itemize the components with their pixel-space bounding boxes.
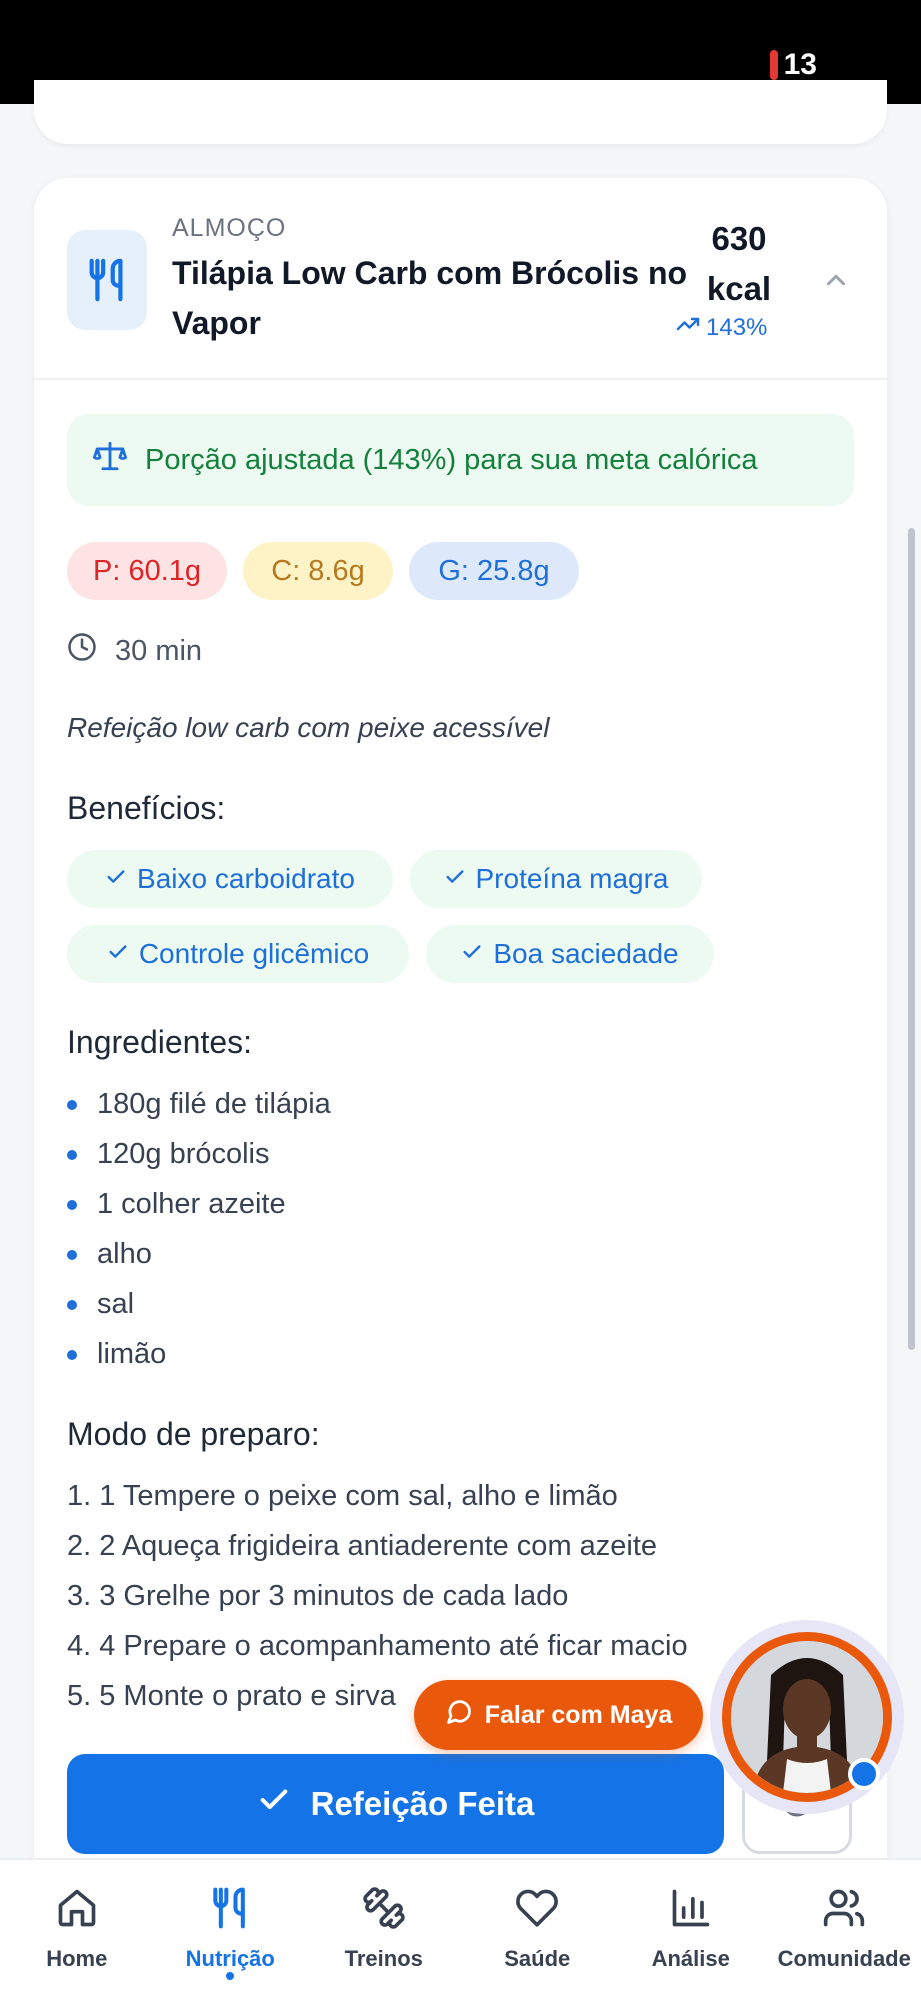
trending-up-icon xyxy=(676,312,700,343)
carbs-badge: C: 8.6g xyxy=(243,542,393,600)
benefits-title: Benefícios: xyxy=(67,790,226,826)
meal-header[interactable]: ALMOÇO Tilápia Low Carb com Brócolis no … xyxy=(34,178,887,380)
ingredient-item: limão xyxy=(67,1338,166,1371)
home-icon xyxy=(55,1886,99,1936)
check-icon xyxy=(107,938,129,970)
bullet-dot xyxy=(67,1199,77,1210)
bullet-dot xyxy=(67,1249,77,1260)
talk-to-maya-label: Falar com Maya xyxy=(484,1700,673,1729)
meal-calories: 630 kcal xyxy=(684,214,794,314)
nav-label: Análise xyxy=(651,1946,730,1971)
prep-time: 30 min xyxy=(67,632,202,670)
bullet-dot xyxy=(67,1099,77,1110)
ingredient-label: limão xyxy=(97,1338,167,1370)
heart-icon xyxy=(515,1886,559,1936)
meal-type: ALMOÇO xyxy=(172,214,287,242)
nav-label: Treinos xyxy=(344,1946,423,1971)
ingredient-label: sal xyxy=(97,1288,135,1320)
fat-badge: G: 25.8g xyxy=(409,542,579,600)
ingredient-label: alho xyxy=(97,1238,152,1270)
online-status-badge xyxy=(848,1758,880,1790)
benefit-chip: Controle glicêmico xyxy=(67,925,409,983)
nav-label: Nutrição xyxy=(185,1946,275,1971)
portion-adjusted-notice: Porção ajustada (143%) para sua meta cal… xyxy=(67,414,854,506)
meal-done-button[interactable]: Refeição Feita xyxy=(67,1754,724,1854)
check-icon xyxy=(444,863,466,895)
nav-community[interactable]: Comunidade xyxy=(768,1860,921,2000)
step-item: 1. 1 Tempere o peixe com sal, alho e lim… xyxy=(67,1480,618,1512)
calories-unit: kcal xyxy=(706,270,772,307)
nav-health[interactable]: Saúde xyxy=(461,1860,615,2000)
meal-card: ALMOÇO Tilápia Low Carb com Brócolis no … xyxy=(34,178,887,1878)
check-icon xyxy=(257,1783,291,1825)
meal-title: Tilápia Low Carb com Brócolis no Vapor xyxy=(172,255,688,341)
benefit-label: Proteína magra xyxy=(475,863,669,894)
calories-value: 630 xyxy=(711,220,767,257)
bar-chart-icon xyxy=(669,1886,713,1936)
battery-level: 13 xyxy=(783,48,817,81)
benefit-label: Boa saciedade xyxy=(493,938,679,969)
nav-workouts[interactable]: Treinos xyxy=(307,1860,461,2000)
bottom-navigation: Home Nutrição Treinos Saúde Análise Comu… xyxy=(0,1858,921,2000)
portion-adjusted-text: Porção ajustada (143%) para sua meta cal… xyxy=(145,443,758,476)
step-item: 5. 5 Monte o prato e sirva xyxy=(67,1680,396,1712)
check-icon xyxy=(461,938,483,970)
ingredient-label: 120g brócolis xyxy=(97,1138,270,1170)
nav-label: Comunidade xyxy=(777,1946,911,1971)
ingredient-item: sal xyxy=(67,1288,134,1321)
ingredient-item: 1 colher azeite xyxy=(67,1188,286,1221)
ingredient-item: 120g brócolis xyxy=(67,1138,270,1171)
chevron-up-icon xyxy=(821,265,851,300)
nav-analysis[interactable]: Análise xyxy=(614,1860,768,2000)
nav-nutrition[interactable]: Nutrição xyxy=(154,1860,308,2000)
ingredient-label: 1 colher azeite xyxy=(97,1188,286,1220)
ingredients-title: Ingredientes: xyxy=(67,1024,253,1060)
scrollbar[interactable] xyxy=(908,528,915,1350)
meal-description: Refeição low carb com peixe acessível xyxy=(67,712,550,743)
steps-title: Modo de preparo: xyxy=(67,1416,320,1452)
step-item: 3. 3 Grelhe por 3 minutos de cada lado xyxy=(67,1580,569,1612)
benefit-label: Baixo carboidrato xyxy=(137,863,355,894)
benefit-chip: Baixo carboidrato xyxy=(67,850,393,908)
chat-bubble-icon xyxy=(445,1698,473,1733)
active-indicator xyxy=(226,1972,235,1980)
benefit-chip: Boa saciedade xyxy=(426,925,714,983)
battery-icon xyxy=(769,50,778,80)
step-item: 4. 4 Prepare o acompanhamento até ficar … xyxy=(67,1630,688,1662)
ingredient-item: 180g filé de tilápia xyxy=(67,1088,331,1121)
utensils-icon xyxy=(67,230,147,330)
protein-badge: P: 60.1g xyxy=(67,542,227,600)
dumbbell-icon xyxy=(362,1886,406,1936)
portion-percent-value: 143% xyxy=(706,313,768,341)
nav-label: Saúde xyxy=(504,1946,571,1971)
nav-home[interactable]: Home xyxy=(0,1860,154,2000)
benefit-chip: Proteína magra xyxy=(410,850,702,908)
step-item: 2. 2 Aqueça frigideira antiaderente com … xyxy=(67,1530,658,1562)
bullet-dot xyxy=(67,1149,77,1160)
portion-percent: 143% xyxy=(676,312,767,343)
previous-meal-card xyxy=(34,80,887,144)
utensils-icon xyxy=(208,1886,252,1936)
battery-indicator: 13 xyxy=(769,48,817,82)
ingredient-item: alho xyxy=(67,1238,152,1271)
prep-time-value: 30 min xyxy=(115,634,203,667)
ingredient-label: 180g filé de tilápia xyxy=(97,1088,331,1120)
bullet-dot xyxy=(67,1349,77,1360)
clock-icon xyxy=(67,632,97,670)
users-icon xyxy=(822,1886,866,1936)
bullet-dot xyxy=(67,1299,77,1310)
check-icon xyxy=(105,863,127,895)
talk-to-maya-button[interactable]: Falar com Maya xyxy=(414,1680,703,1750)
scale-icon xyxy=(93,439,128,481)
collapse-button[interactable] xyxy=(816,262,856,302)
benefit-label: Controle glicêmico xyxy=(138,938,370,969)
nav-label: Home xyxy=(46,1946,108,1971)
meal-done-label: Refeição Feita xyxy=(310,1785,535,1822)
